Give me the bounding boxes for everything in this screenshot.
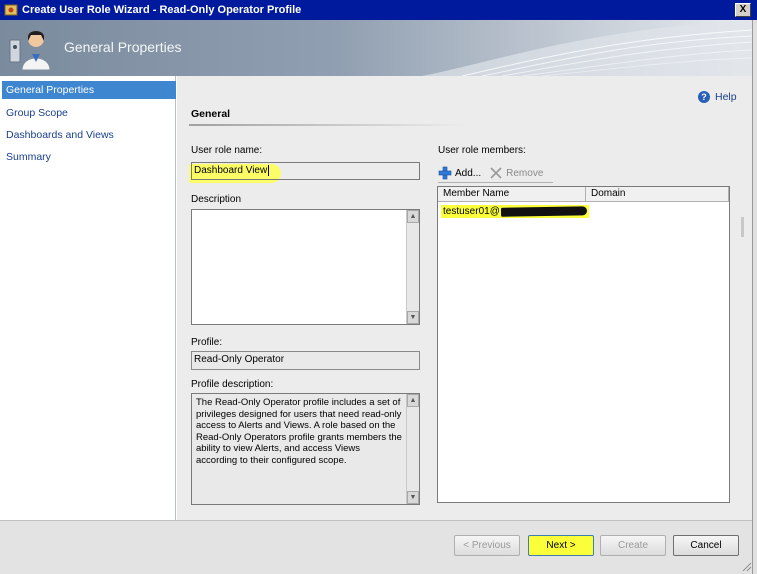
scroll-down-icon[interactable]: ▼ (407, 491, 419, 504)
scroll-up-icon[interactable]: ▲ (407, 210, 419, 223)
add-member-button[interactable]: Add... (438, 166, 481, 180)
create-button[interactable]: Create (600, 535, 666, 556)
column-header-member-name[interactable]: Member Name (438, 187, 586, 202)
remove-label: Remove (506, 167, 544, 179)
members-toolbar: Add... Remove (438, 164, 553, 183)
resize-grip-icon[interactable] (740, 560, 752, 572)
window-title: Create User Role Wizard - Read-Only Oper… (22, 4, 302, 16)
help-label: Help (715, 91, 737, 103)
nav-item-group-scope[interactable]: Group Scope (2, 104, 176, 122)
nav-item-summary[interactable]: Summary (2, 148, 176, 166)
next-button[interactable]: Next > (528, 535, 594, 556)
cancel-button[interactable]: Cancel (673, 535, 739, 556)
wizard-app-icon (4, 3, 18, 17)
profile-label: Profile: (191, 337, 223, 348)
description-textarea[interactable]: ▲ ▼ (191, 209, 420, 325)
header-wave-graphic (422, 20, 752, 76)
help-link[interactable]: ? Help (698, 91, 737, 103)
add-icon (438, 166, 452, 180)
help-icon: ? (698, 91, 710, 103)
profile-description-box: The Read-Only Operator profile includes … (191, 393, 420, 505)
role-name-value: Dashboard View (194, 165, 268, 176)
profile-description-label: Profile description: (191, 379, 274, 390)
remove-member-button[interactable]: Remove (489, 166, 543, 180)
members-label: User role members: (438, 145, 526, 156)
nav-item-dashboards-and-views[interactable]: Dashboards and Views (2, 126, 176, 144)
section-title: General (191, 108, 231, 120)
column-header-domain[interactable]: Domain (586, 187, 729, 202)
redaction-mark (500, 206, 587, 217)
window-right-edge (752, 20, 757, 574)
nav-item-general-properties[interactable]: General Properties (2, 81, 176, 99)
scroll-up-icon[interactable]: ▲ (407, 394, 419, 407)
close-button[interactable]: X (735, 3, 751, 17)
user-role-icon (8, 26, 54, 71)
section-divider (189, 124, 465, 126)
members-scroll-indicator (741, 217, 744, 237)
add-label: Add... (455, 167, 482, 179)
profile-description-text: The Read-Only Operator profile includes … (196, 397, 402, 466)
scroll-down-icon[interactable]: ▼ (407, 311, 419, 324)
wizard-footer: < Previous Next > Create Cancel (0, 520, 752, 574)
role-name-input[interactable]: Dashboard View (191, 162, 420, 180)
previous-button[interactable]: < Previous (454, 535, 520, 556)
table-row[interactable]: testuser01@ (441, 205, 589, 218)
wizard-header: General Properties (0, 20, 752, 76)
wizard-steps-nav: General Properties Group Scope Dashboard… (0, 76, 176, 520)
member-name-cell: testuser01@ (443, 206, 500, 217)
description-label: Description (191, 194, 242, 205)
members-list[interactable]: Member Name Domain testuser01@ (437, 186, 744, 503)
description-scrollbar[interactable]: ▲ ▼ (406, 210, 419, 324)
window-titlebar: Create User Role Wizard - Read-Only Oper… (0, 0, 757, 20)
profile-field: Read-Only Operator (191, 351, 420, 370)
profile-description-scrollbar[interactable]: ▲ ▼ (406, 394, 419, 504)
profile-value: Read-Only Operator (194, 354, 285, 365)
header-title: General Properties (64, 39, 182, 55)
remove-icon (489, 166, 503, 180)
role-name-label: User role name: (191, 145, 263, 156)
